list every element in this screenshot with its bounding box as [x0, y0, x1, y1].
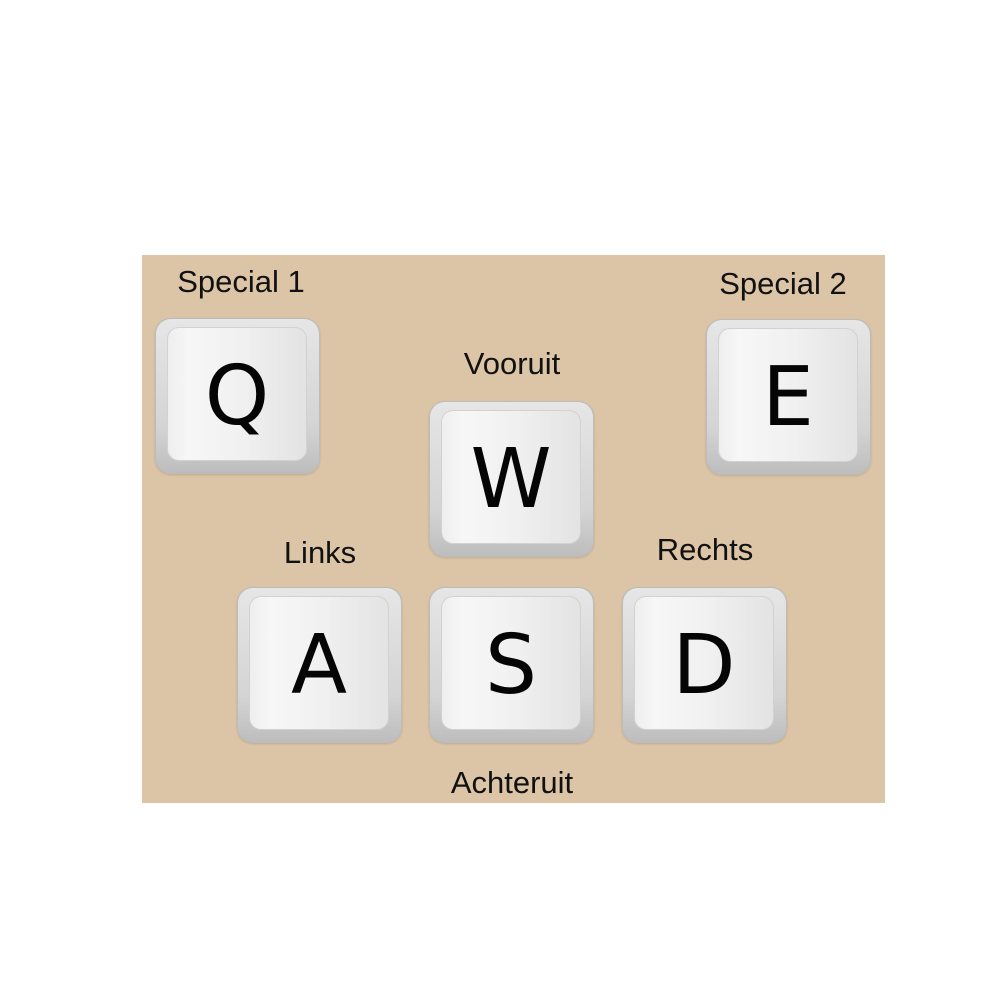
key-cap: D: [634, 596, 774, 730]
key-q: Q: [155, 318, 320, 474]
label-special-1: Special 1: [177, 264, 305, 299]
label-special-2: Special 2: [719, 266, 847, 301]
key-a: A: [237, 587, 402, 743]
key-cap: S: [441, 596, 581, 730]
key-letter-s: S: [484, 618, 538, 713]
key-cap: Q: [167, 327, 307, 461]
key-letter-a: A: [290, 618, 348, 713]
key-cap: A: [249, 596, 389, 730]
key-w: W: [429, 401, 594, 557]
key-d: D: [622, 587, 787, 743]
key-cap: W: [441, 410, 581, 544]
label-links: Links: [283, 535, 357, 570]
label-rechts: Rechts: [656, 532, 754, 567]
key-cap: E: [718, 328, 858, 462]
label-achteruit: Achteruit: [450, 765, 574, 800]
label-vooruit: Vooruit: [463, 346, 561, 381]
key-letter-e: E: [762, 350, 814, 445]
key-letter-w: W: [470, 432, 552, 527]
key-letter-q: Q: [204, 349, 270, 444]
key-letter-d: D: [672, 618, 736, 713]
key-e: E: [706, 319, 871, 475]
key-s: S: [429, 587, 594, 743]
